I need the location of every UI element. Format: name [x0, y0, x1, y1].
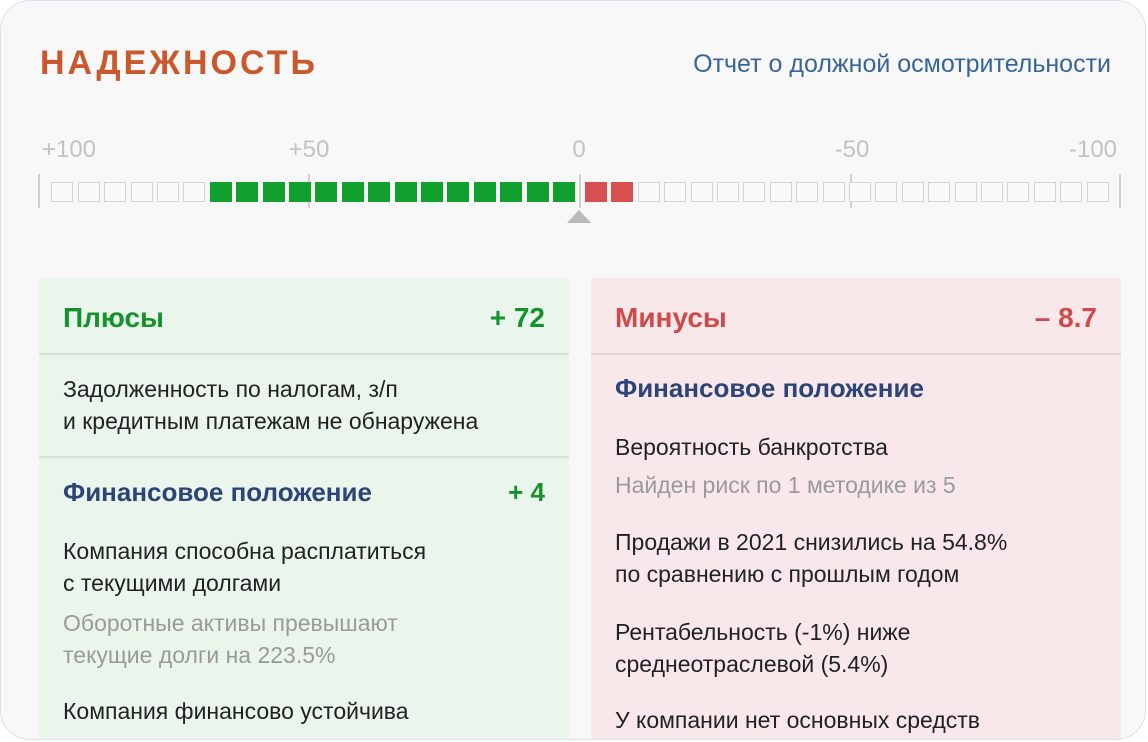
scale-label-minus100: -100 [1068, 136, 1118, 163]
meter-segment-positive [526, 182, 549, 202]
meter-segment-positive [421, 182, 443, 202]
scale-label-plus100: +100 [41, 136, 97, 163]
meter-segment-empty [954, 182, 977, 202]
cons-item-sales-line2: по сравнению с прошлым годом [615, 561, 960, 587]
meter-segment-positive [447, 182, 470, 202]
meter-segment-positive [368, 182, 391, 202]
pros-divider [39, 456, 569, 458]
cons-item-profitability-line2: среднеотраслевой (5.4%) [615, 651, 889, 677]
meter-segment-empty [822, 182, 845, 202]
meter-segment-empty [130, 182, 153, 202]
cons-score: – 8.7 [1034, 302, 1097, 333]
cons-item-bankruptcy-note: Найден риск по 1 методике из 5 [615, 472, 956, 498]
meter-segment-empty [769, 182, 792, 202]
reliability-title: НАДЕЖНОСТЬ [40, 44, 318, 82]
cons-section-title: Финансовое положение [615, 373, 924, 403]
meter-segment-negative [585, 182, 607, 202]
pros-item-solvency-line2: с текущими долгами [63, 570, 282, 596]
meter-segment-empty [664, 182, 687, 202]
meter-segment-empty [77, 182, 100, 202]
meter-segment-empty [1033, 182, 1056, 202]
cons-item-profitability-line1: Рентабельность (-1%) ниже [615, 619, 911, 645]
meter-segment-positive [236, 182, 259, 202]
pros-section-title: Финансовое положение [63, 477, 372, 507]
pros-item-solvency-note-line2: текущие долги на 223.5% [63, 642, 336, 668]
reliability-card: НАДЕЖНОСТЬ Отчет о должной осмотрительно… [0, 0, 1146, 740]
meter-segment-empty [981, 182, 1003, 202]
meter-segment-empty [637, 182, 660, 202]
meter-segment-empty [157, 182, 179, 202]
meter-segment-empty [51, 182, 74, 202]
pros-item-solvency-line1: Компания способна расплатиться [63, 538, 427, 564]
meter-segment-negative [611, 182, 634, 202]
meter-segment-empty [743, 182, 766, 202]
meter-segment-empty [1086, 182, 1109, 202]
cons-title: Минусы [615, 302, 727, 333]
scale-label-zero: 0 [572, 136, 586, 163]
meter-segment-positive [553, 182, 575, 202]
meter-segment-empty [183, 182, 206, 202]
meter-segment-positive [394, 182, 417, 202]
meter-segment-positive [341, 182, 364, 202]
meter-segment-empty [1060, 182, 1083, 202]
meter-segment-empty [849, 182, 871, 202]
meter-segment-empty [104, 182, 127, 202]
meter-segment-positive [262, 182, 285, 202]
cons-item-bankruptcy: Вероятность банкротства [615, 434, 888, 460]
reliability-meter [38, 174, 1121, 208]
pros-item-debts-line2: и кредитным платежам не обнаружена [63, 408, 479, 434]
cons-item-sales-line1: Продажи в 2021 снизились на 54.8% [615, 529, 1008, 555]
scale-label-minus50: -50 [834, 136, 870, 163]
meter-segment-positive [473, 182, 496, 202]
meter-segment-positive [500, 182, 523, 202]
meter-segment-positive [315, 182, 338, 202]
meter-tick [1119, 174, 1121, 208]
zero-pointer-icon [567, 210, 591, 223]
meter-tick [38, 174, 40, 208]
pros-item-stability: Компания финансово устойчива [63, 698, 409, 724]
meter-segment-empty [796, 182, 819, 202]
pros-title: Плюсы [63, 302, 164, 333]
meter-segment-empty [901, 182, 924, 202]
meter-segment-positive [289, 182, 311, 202]
meter-segment-empty [875, 182, 898, 202]
pros-section-score: + 4 [508, 477, 545, 507]
meter-segment-positive [209, 182, 232, 202]
pros-item-debts-line1: Задолженность по налогам, з/п [63, 376, 398, 402]
pros-panel: Плюсы + 72 Задолженность по налогам, з/п… [39, 278, 569, 739]
pros-item-solvency-note-line1: Оборотные активы превышают [63, 610, 398, 636]
cons-panel: Минусы – 8.7 Финансовое положение Вероят… [591, 278, 1121, 739]
meter-segment-empty [1007, 182, 1030, 202]
pros-header: Плюсы + 72 [39, 278, 569, 355]
cons-header: Минусы – 8.7 [591, 278, 1121, 355]
scale-labels: +100 +50 0 -50 -100 [1, 135, 1145, 165]
meter-segment-empty [928, 182, 951, 202]
meter-tick [579, 174, 581, 208]
due-diligence-report-link[interactable]: Отчет о должной осмотрительности [693, 48, 1111, 80]
cons-item-fixed-assets: У компании нет основных средств [615, 707, 980, 733]
pros-score: + 72 [489, 302, 545, 333]
meter-segment-empty [690, 182, 713, 202]
scale-label-plus50: +50 [288, 136, 330, 163]
meter-segment-empty [717, 182, 739, 202]
